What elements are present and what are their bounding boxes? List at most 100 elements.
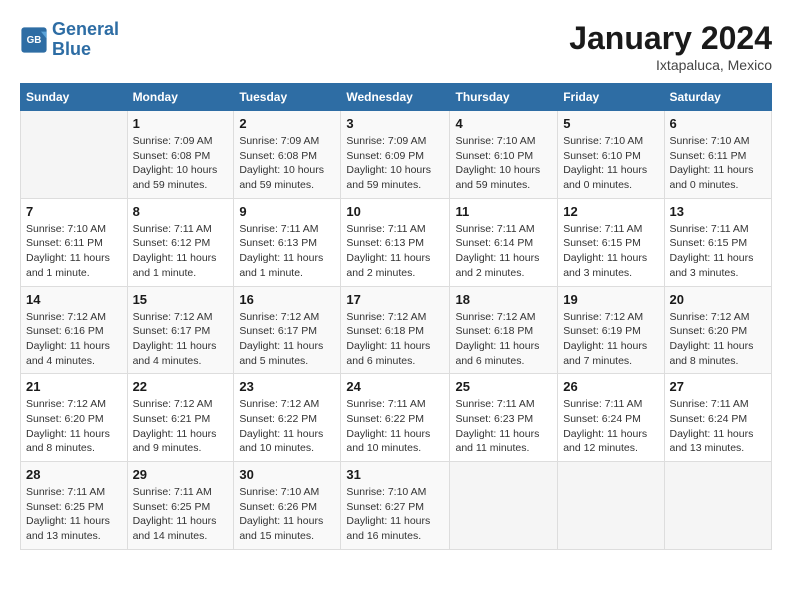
day-number: 31 <box>346 467 444 482</box>
calendar-cell: 8Sunrise: 7:11 AM Sunset: 6:12 PM Daylig… <box>127 198 234 286</box>
header-day-saturday: Saturday <box>664 84 772 111</box>
calendar-cell <box>450 462 558 550</box>
day-number: 6 <box>670 116 767 131</box>
day-number: 15 <box>133 292 229 307</box>
calendar-cell: 27 Sunrise: 7:11 AM Sunset: 6:24 PM Dayli… <box>664 374 772 462</box>
header-row: SundayMondayTuesdayWednesdayThursdayFrid… <box>21 84 772 111</box>
header-day-thursday: Thursday <box>450 84 558 111</box>
calendar-cell: 6 Sunrise: 7:10 AM Sunset: 6:11 PM Daylig… <box>664 111 772 199</box>
day-info: Sunrise: 7:11 AM Sunset: 6:25 PM Dayligh… <box>26 485 122 544</box>
day-number: 1 <box>133 116 229 131</box>
week-row-2: 7Sunrise: 7:10 AM Sunset: 6:11 PM Daylig… <box>21 198 772 286</box>
day-number: 17 <box>346 292 444 307</box>
day-number: 24 <box>346 379 444 394</box>
day-number: 28 <box>26 467 122 482</box>
calendar-cell: 1 Sunrise: 7:09 AM Sunset: 6:08 PM Daylig… <box>127 111 234 199</box>
calendar-cell: 15 Sunrise: 7:12 AM Sunset: 6:17 PM Dayli… <box>127 286 234 374</box>
logo: GB General Blue <box>20 20 119 60</box>
day-info: Sunrise: 7:11 AM Sunset: 6:22 PM Dayligh… <box>346 397 444 456</box>
day-number: 7 <box>26 204 122 219</box>
month-title: January 2024 <box>569 20 772 57</box>
day-number: 16 <box>239 292 335 307</box>
day-number: 23 <box>239 379 335 394</box>
header-day-monday: Monday <box>127 84 234 111</box>
day-info: Sunrise: 7:11 AM Sunset: 6:15 PM Dayligh… <box>670 222 767 281</box>
day-info: Sunrise: 7:12 AM Sunset: 6:18 PM Dayligh… <box>455 310 552 369</box>
day-info: Sunrise: 7:12 AM Sunset: 6:21 PM Dayligh… <box>133 397 229 456</box>
calendar-table: SundayMondayTuesdayWednesdayThursdayFrid… <box>20 83 772 550</box>
calendar-cell: 12 Sunrise: 7:11 AM Sunset: 6:15 PM Dayli… <box>558 198 664 286</box>
header-day-friday: Friday <box>558 84 664 111</box>
calendar-cell: 21Sunrise: 7:12 AM Sunset: 6:20 PM Dayli… <box>21 374 128 462</box>
day-number: 12 <box>563 204 658 219</box>
calendar-cell: 30Sunrise: 7:10 AM Sunset: 6:26 PM Dayli… <box>234 462 341 550</box>
calendar-header: SundayMondayTuesdayWednesdayThursdayFrid… <box>21 84 772 111</box>
day-info: Sunrise: 7:09 AM Sunset: 6:09 PM Dayligh… <box>346 134 444 193</box>
calendar-cell: 9 Sunrise: 7:11 AM Sunset: 6:13 PM Daylig… <box>234 198 341 286</box>
day-number: 4 <box>455 116 552 131</box>
day-info: Sunrise: 7:09 AM Sunset: 6:08 PM Dayligh… <box>239 134 335 193</box>
calendar-cell: 23 Sunrise: 7:12 AM Sunset: 6:22 PM Dayli… <box>234 374 341 462</box>
day-info: Sunrise: 7:10 AM Sunset: 6:10 PM Dayligh… <box>563 134 658 193</box>
day-number: 25 <box>455 379 552 394</box>
calendar-cell: 17 Sunrise: 7:12 AM Sunset: 6:18 PM Dayli… <box>341 286 450 374</box>
header-day-sunday: Sunday <box>21 84 128 111</box>
day-number: 14 <box>26 292 122 307</box>
location: Ixtapaluca, Mexico <box>569 57 772 73</box>
day-number: 5 <box>563 116 658 131</box>
day-info: Sunrise: 7:10 AM Sunset: 6:11 PM Dayligh… <box>670 134 767 193</box>
day-info: Sunrise: 7:11 AM Sunset: 6:13 PM Dayligh… <box>346 222 444 281</box>
day-info: Sunrise: 7:12 AM Sunset: 6:17 PM Dayligh… <box>133 310 229 369</box>
day-info: Sunrise: 7:12 AM Sunset: 6:19 PM Dayligh… <box>563 310 658 369</box>
logo-general: General <box>52 19 119 39</box>
day-info: Sunrise: 7:11 AM Sunset: 6:25 PM Dayligh… <box>133 485 229 544</box>
day-info: Sunrise: 7:12 AM Sunset: 6:20 PM Dayligh… <box>670 310 767 369</box>
day-info: Sunrise: 7:12 AM Sunset: 6:16 PM Dayligh… <box>26 310 122 369</box>
calendar-cell: 10Sunrise: 7:11 AM Sunset: 6:13 PM Dayli… <box>341 198 450 286</box>
calendar-cell: 18 Sunrise: 7:12 AM Sunset: 6:18 PM Dayli… <box>450 286 558 374</box>
calendar-cell: 2Sunrise: 7:09 AM Sunset: 6:08 PM Daylig… <box>234 111 341 199</box>
day-info: Sunrise: 7:09 AM Sunset: 6:08 PM Dayligh… <box>133 134 229 193</box>
calendar-cell <box>21 111 128 199</box>
calendar-cell <box>664 462 772 550</box>
day-info: Sunrise: 7:10 AM Sunset: 6:27 PM Dayligh… <box>346 485 444 544</box>
day-number: 11 <box>455 204 552 219</box>
day-info: Sunrise: 7:11 AM Sunset: 6:15 PM Dayligh… <box>563 222 658 281</box>
day-number: 18 <box>455 292 552 307</box>
header-day-tuesday: Tuesday <box>234 84 341 111</box>
day-number: 3 <box>346 116 444 131</box>
day-info: Sunrise: 7:12 AM Sunset: 6:18 PM Dayligh… <box>346 310 444 369</box>
day-number: 26 <box>563 379 658 394</box>
calendar-cell <box>558 462 664 550</box>
day-number: 27 <box>670 379 767 394</box>
day-info: Sunrise: 7:10 AM Sunset: 6:10 PM Dayligh… <box>455 134 552 193</box>
day-info: Sunrise: 7:11 AM Sunset: 6:13 PM Dayligh… <box>239 222 335 281</box>
calendar-cell: 29 Sunrise: 7:11 AM Sunset: 6:25 PM Dayli… <box>127 462 234 550</box>
day-info: Sunrise: 7:12 AM Sunset: 6:20 PM Dayligh… <box>26 397 122 456</box>
day-number: 13 <box>670 204 767 219</box>
calendar-cell: 7Sunrise: 7:10 AM Sunset: 6:11 PM Daylig… <box>21 198 128 286</box>
calendar-cell: 28 Sunrise: 7:11 AM Sunset: 6:25 PM Dayli… <box>21 462 128 550</box>
day-number: 22 <box>133 379 229 394</box>
calendar-cell: 5 Sunrise: 7:10 AM Sunset: 6:10 PM Daylig… <box>558 111 664 199</box>
svg-text:GB: GB <box>27 35 42 46</box>
day-info: Sunrise: 7:11 AM Sunset: 6:14 PM Dayligh… <box>455 222 552 281</box>
week-row-1: 1 Sunrise: 7:09 AM Sunset: 6:08 PM Daylig… <box>21 111 772 199</box>
day-info: Sunrise: 7:11 AM Sunset: 6:12 PM Dayligh… <box>133 222 229 281</box>
calendar-cell: 16Sunrise: 7:12 AM Sunset: 6:17 PM Dayli… <box>234 286 341 374</box>
week-row-5: 28 Sunrise: 7:11 AM Sunset: 6:25 PM Dayli… <box>21 462 772 550</box>
calendar-cell: 4 Sunrise: 7:10 AM Sunset: 6:10 PM Daylig… <box>450 111 558 199</box>
calendar-cell: 11 Sunrise: 7:11 AM Sunset: 6:14 PM Dayli… <box>450 198 558 286</box>
calendar-body: 1 Sunrise: 7:09 AM Sunset: 6:08 PM Daylig… <box>21 111 772 550</box>
calendar-cell: 19Sunrise: 7:12 AM Sunset: 6:19 PM Dayli… <box>558 286 664 374</box>
title-block: January 2024 Ixtapaluca, Mexico <box>569 20 772 73</box>
page-header: GB General Blue January 2024 Ixtapaluca,… <box>20 20 772 73</box>
day-info: Sunrise: 7:12 AM Sunset: 6:22 PM Dayligh… <box>239 397 335 456</box>
calendar-cell: 22 Sunrise: 7:12 AM Sunset: 6:21 PM Dayli… <box>127 374 234 462</box>
header-day-wednesday: Wednesday <box>341 84 450 111</box>
day-info: Sunrise: 7:11 AM Sunset: 6:23 PM Dayligh… <box>455 397 552 456</box>
day-number: 29 <box>133 467 229 482</box>
calendar-cell: 31 Sunrise: 7:10 AM Sunset: 6:27 PM Dayli… <box>341 462 450 550</box>
day-info: Sunrise: 7:11 AM Sunset: 6:24 PM Dayligh… <box>670 397 767 456</box>
day-number: 9 <box>239 204 335 219</box>
